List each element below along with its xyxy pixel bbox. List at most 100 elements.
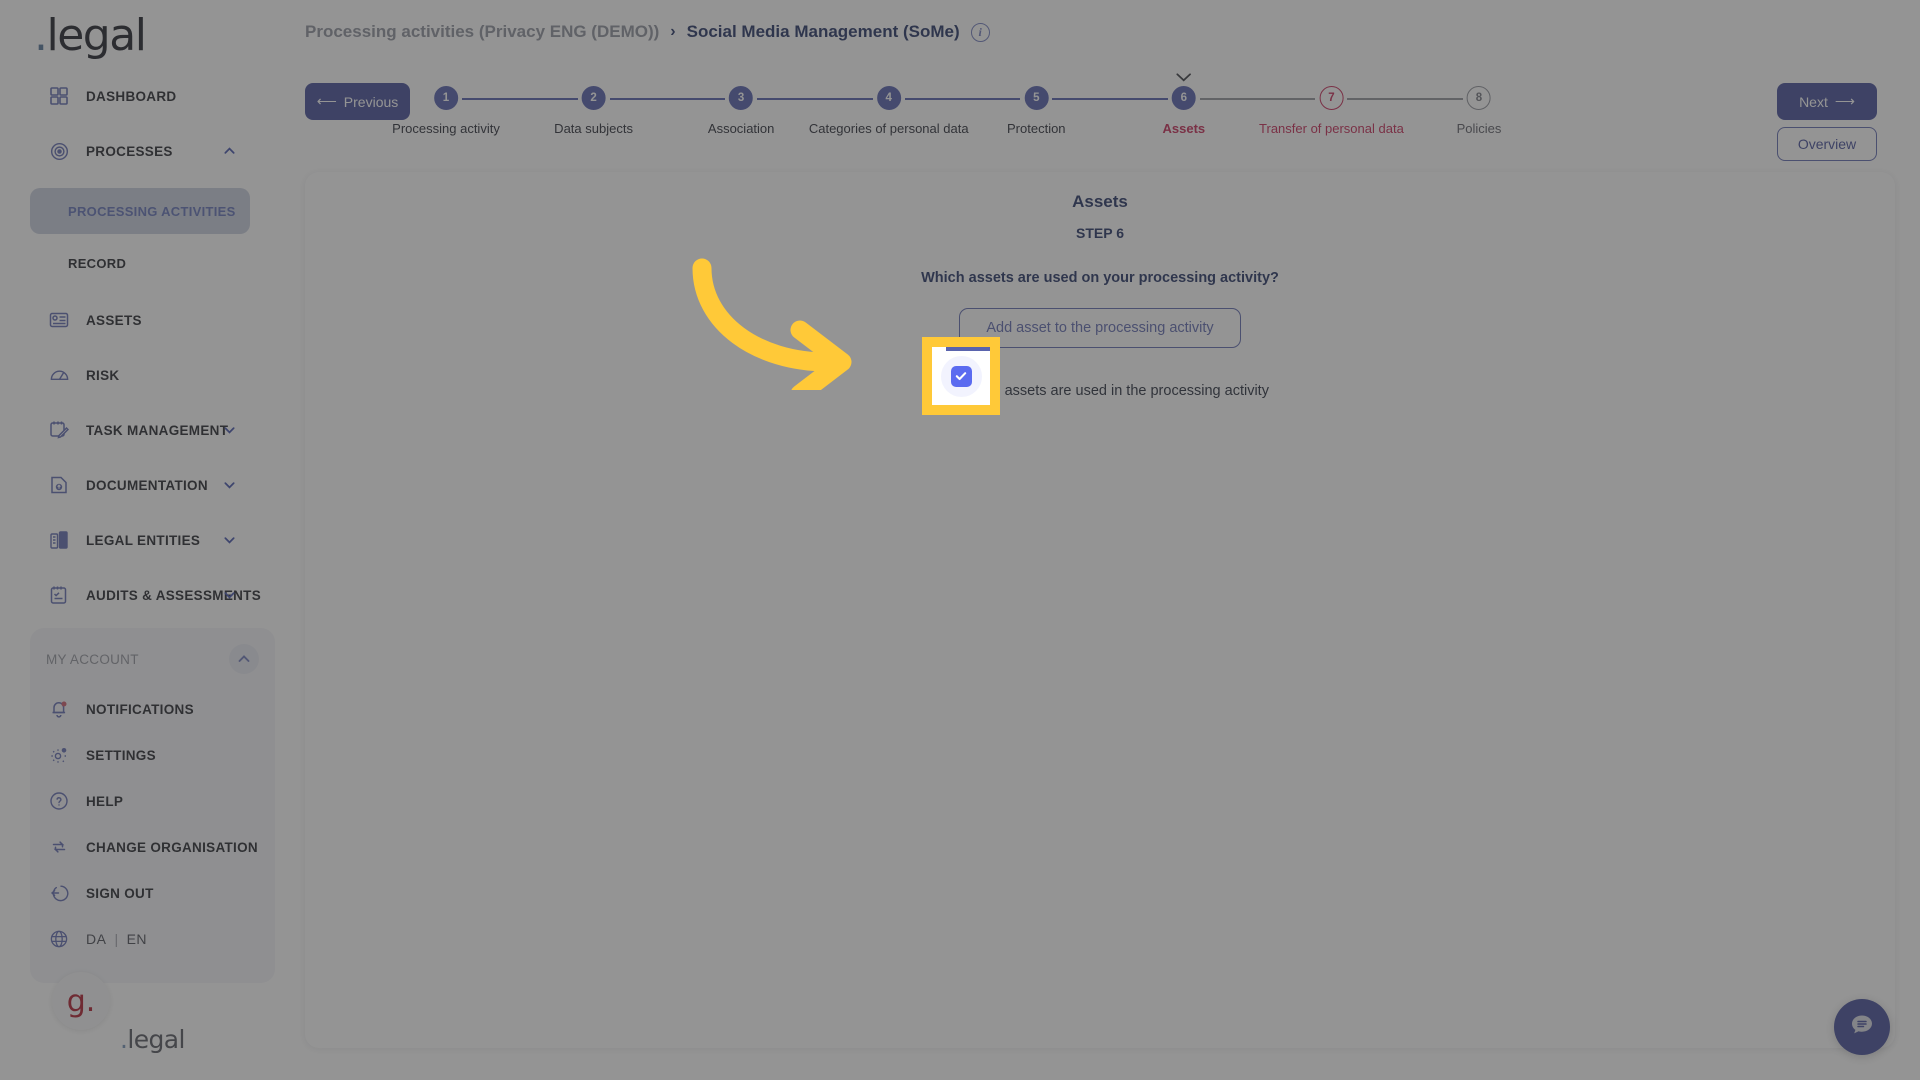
sidebar-item-assets[interactable]: ASSETS (30, 302, 250, 338)
app-logo[interactable]: .legal (34, 10, 147, 61)
stepper-step-number: 6 (1171, 86, 1196, 110)
chevron-down-icon[interactable] (223, 479, 236, 492)
breadcrumb-parent[interactable]: Processing activities (Privacy ENG (DEMO… (305, 22, 659, 42)
chevron-down-icon[interactable] (223, 589, 236, 602)
no-assets-row: No assets are used in the processing act… (305, 370, 1895, 411)
main-area: Processing activities (Privacy ENG (DEMO… (280, 0, 1920, 1080)
primary-nav: DASHBOARD PROCESSES PROCESSING ACTIVITIE… (0, 78, 280, 632)
highlight-accent-bar (946, 347, 990, 351)
stepper-step-2[interactable]: 2 Data subjects (554, 86, 633, 136)
stepper-step-5[interactable]: 5 Protection (1007, 86, 1066, 136)
account-item-notifications[interactable]: NOTIFICATIONS (40, 692, 265, 726)
globe-icon (48, 928, 70, 950)
lang-divider: | (114, 931, 119, 947)
stepper-step-1[interactable]: 1 Processing activity (392, 86, 500, 136)
account-item-change-organisation[interactable]: CHANGE ORGANISATION (40, 830, 265, 864)
previous-button-label: Previous (343, 93, 399, 110)
building-icon (48, 529, 70, 551)
process-icon (48, 140, 70, 162)
highlight-box (922, 337, 1000, 415)
stepper-step-7[interactable]: 7 Transfer of personal data (1259, 86, 1404, 136)
stepper-connector (1347, 98, 1463, 100)
stepper-connector (1052, 98, 1168, 100)
breadcrumb-separator-icon: › (670, 23, 676, 40)
stepper-step-caption: Categories of personal data (808, 121, 969, 136)
lang-da[interactable]: DA (86, 931, 106, 947)
stepper-step-4[interactable]: 4 Categories of personal data (809, 86, 969, 136)
stepper-step-6[interactable]: 6 Assets (1163, 73, 1205, 136)
content-card: Assets STEP 6 Which assets are used on y… (305, 172, 1895, 1048)
stepper-step-number: 4 (876, 86, 901, 110)
sidebar-item-label: LEGAL ENTITIES (86, 532, 201, 548)
sidebar-item-legal-entities[interactable]: LEGAL ENTITIES (30, 522, 250, 558)
stepper-step-3[interactable]: 3 Association (708, 86, 774, 136)
stepper-step-number: 3 (729, 86, 754, 110)
bell-icon (48, 698, 70, 720)
stepper-step-caption: Association (707, 121, 775, 136)
stepper-step-caption: Protection (1007, 121, 1066, 136)
logo-dot: . (34, 10, 48, 61)
chevron-up-icon[interactable] (223, 145, 236, 158)
sidebar-item-label: ASSETS (86, 312, 142, 328)
chevron-down-icon[interactable] (223, 534, 236, 547)
footer-logo: .legal (120, 1025, 185, 1054)
account-item-settings[interactable]: SETTINGS (40, 738, 265, 772)
highlighted-checkbox-halo (940, 355, 982, 397)
arrow-left-icon: ⟵ (316, 93, 337, 109)
question-text: Which assets are used on your processing… (921, 270, 1279, 286)
highlighted-no-assets-checkbox[interactable] (950, 365, 972, 387)
account-item-label: NOTIFICATIONS (86, 701, 194, 717)
lang-en[interactable]: EN (127, 931, 147, 947)
stepper-step-caption: Policies (1456, 121, 1502, 136)
breadcrumb: Processing activities (Privacy ENG (DEMO… (305, 22, 990, 42)
stepper-step-number: 1 (434, 86, 458, 110)
wizard-stepper: 1 Processing activity 2 Data subjects 3 Assoc… (392, 66, 1501, 136)
sidebar-item-risk[interactable]: RISK (30, 357, 250, 393)
stepper-connector (609, 98, 726, 100)
account-item-sign-out[interactable]: SIGN OUT (40, 876, 265, 910)
grid-icon (48, 85, 70, 107)
task-icon (48, 419, 70, 441)
arrow-right-icon: ⟶ (1834, 93, 1855, 109)
highlight-inner (932, 347, 990, 405)
language-switcher[interactable]: DA | EN (40, 922, 265, 956)
sidebar-item-label: RISK (86, 367, 120, 383)
next-button[interactable]: Next ⟶ (1777, 83, 1877, 120)
info-icon[interactable]: i (970, 22, 990, 42)
account-item-help[interactable]: HELP (40, 784, 265, 818)
add-asset-button-label: Add asset to the processing activity (986, 320, 1214, 336)
account-item-label: SETTINGS (86, 747, 156, 763)
avatar[interactable]: g. (52, 972, 110, 1030)
sidebar: .legal DASHBOARD PROCESSES PROCESSING AC… (0, 0, 280, 1080)
sidebar-item-label: TASK MANAGEMENT (86, 422, 229, 438)
stepper-step-8[interactable]: 8 Policies (1456, 86, 1502, 136)
question-icon (48, 790, 70, 812)
sidebar-item-label: PROCESSES (86, 143, 173, 159)
account-item-label: SIGN OUT (86, 885, 154, 901)
page-title: Assets (1072, 192, 1128, 211)
chevron-up-icon[interactable] (229, 644, 259, 674)
stepper-step-caption: Transfer of personal data (1259, 121, 1404, 136)
step-label: STEP 6 (1076, 225, 1124, 241)
sidebar-item-documentation[interactable]: DOCUMENTATION (30, 467, 250, 503)
add-asset-button[interactable]: Add asset to the processing activity (959, 308, 1241, 348)
sidebar-item-audits-assessments[interactable]: AUDITS & ASSESSMENTS (30, 577, 261, 613)
assets-icon (48, 309, 70, 331)
chevron-down-icon[interactable] (223, 424, 236, 437)
sidebar-item-record[interactable]: RECORD (30, 240, 250, 286)
sidebar-item-label: DASHBOARD (86, 88, 177, 104)
sidebar-item-dashboard[interactable]: DASHBOARD (30, 78, 250, 114)
sidebar-item-processing-activities[interactable]: PROCESSING ACTIVITIES (30, 188, 250, 234)
chat-button[interactable] (1834, 999, 1890, 1055)
gauge-icon (48, 364, 70, 386)
my-account-title: MY ACCOUNT (46, 651, 139, 667)
stepper-connector (1199, 98, 1316, 100)
stepper-connector (904, 98, 1021, 100)
sidebar-item-label: DOCUMENTATION (86, 477, 208, 493)
my-account-header[interactable]: MY ACCOUNT (30, 628, 275, 674)
sidebar-item-processes[interactable]: PROCESSES (30, 133, 250, 169)
sidebar-item-task-management[interactable]: TASK MANAGEMENT (30, 412, 250, 448)
avatar-initial: g. (66, 983, 96, 1019)
gear-icon (48, 744, 70, 766)
overview-button[interactable]: Overview (1777, 127, 1877, 161)
